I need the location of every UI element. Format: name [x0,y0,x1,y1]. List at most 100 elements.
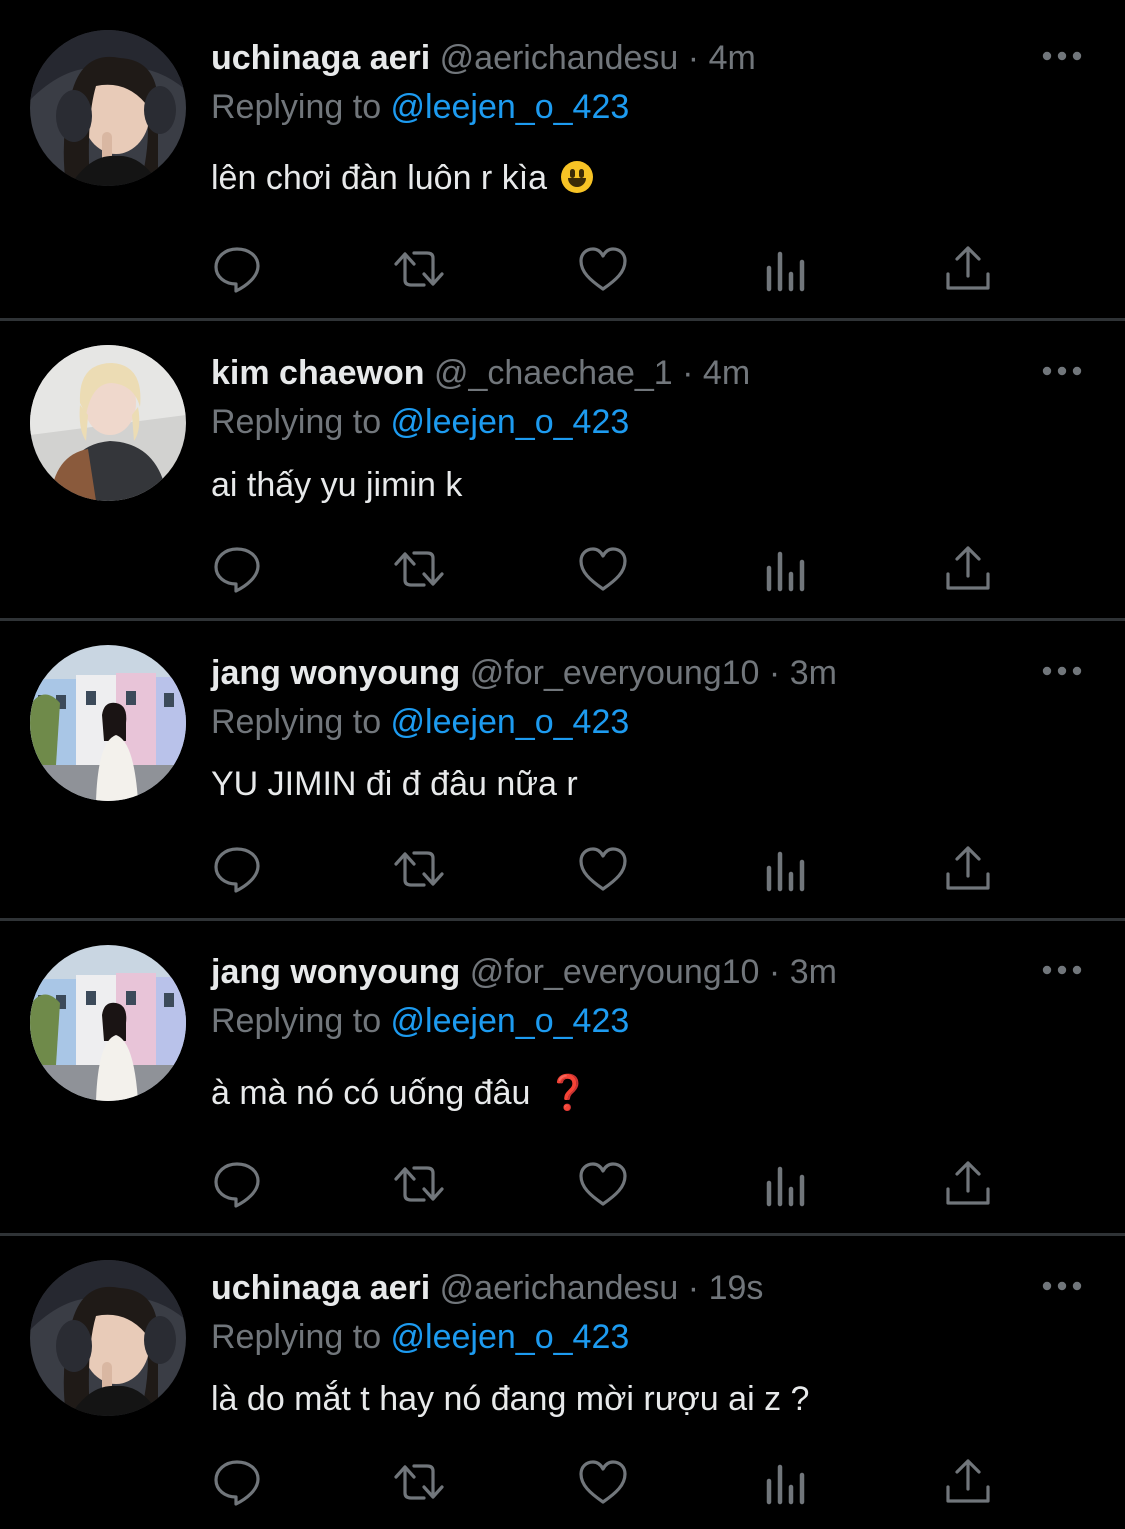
action-bar [0,244,1125,294]
action-bar [0,544,1125,594]
share-icon[interactable] [943,244,993,294]
avatar[interactable] [30,645,186,801]
handle[interactable]: @for_everyoung10 [470,654,760,692]
reply-icon[interactable] [212,544,262,594]
retweet-icon[interactable] [394,544,444,594]
action-bar [0,1159,1125,1209]
display-name[interactable]: uchinaga aeri [211,39,430,77]
more-icon[interactable] [1040,960,1084,980]
tweet-text: là do mắt t hay nó đang mời rượu ai z ? [211,1379,809,1419]
tweet-body: ai thấy yu jimin k [211,466,463,504]
replying-to-label: Replying to [211,1318,391,1356]
separator: · [768,654,781,692]
separator: · [768,953,781,991]
avatar[interactable] [30,1260,186,1416]
replying-to: Replying to @leejen_o_423 [211,1317,629,1357]
avatar-photo [30,645,186,801]
tweet-body: lên chơi đàn luôn r kìa [211,159,548,197]
tweet-header: jang wonyoung @for_everyoung10 · 3m [211,952,837,992]
retweet-icon[interactable] [394,1159,444,1209]
display-name[interactable]: kim chaewon [211,354,425,392]
timestamp[interactable]: 3m [790,953,837,991]
replying-to: Replying to @leejen_o_423 [211,702,629,742]
tweet[interactable]: kim chaewon @_chaechae_1 · 4m Replying t… [0,318,1125,621]
tweet[interactable]: uchinaga aeri @aerichandesu · 4m Replyin… [0,0,1125,321]
replying-to-label: Replying to [211,703,391,741]
tweet-text: YU JIMIN đi đ đâu nữa r [211,764,578,804]
timestamp[interactable]: 4m [709,39,756,77]
reply-icon[interactable] [212,844,262,894]
separator: · [687,1269,700,1307]
replying-to-label: Replying to [211,403,391,441]
reply-icon[interactable] [212,244,262,294]
views-icon[interactable] [761,844,811,894]
heart-icon[interactable] [578,244,628,294]
tweet-header: kim chaewon @_chaechae_1 · 4m [211,353,750,393]
replying-to: Replying to @leejen_o_423 [211,1001,629,1041]
tweet-header: uchinaga aeri @aerichandesu · 19s [211,1268,763,1308]
share-icon[interactable] [943,1159,993,1209]
handle[interactable]: @aerichandesu [440,39,679,77]
timestamp[interactable]: 3m [790,654,837,692]
tweet-text: ai thấy yu jimin k [211,465,462,505]
share-icon[interactable] [943,844,993,894]
tweet[interactable]: uchinaga aeri @aerichandesu · 19s Replyi… [0,1233,1125,1529]
action-bar [0,844,1125,894]
mention-link[interactable]: @leejen_o_423 [391,1002,630,1040]
timestamp[interactable]: 19s [709,1269,764,1307]
retweet-icon[interactable] [394,1457,444,1507]
retweet-icon[interactable] [394,844,444,894]
share-icon[interactable] [943,544,993,594]
mention-link[interactable]: @leejen_o_423 [391,703,630,741]
avatar-photo [30,1260,186,1416]
tweet-header: jang wonyoung @for_everyoung10 · 3m [211,653,837,693]
avatar-photo [30,945,186,1101]
views-icon[interactable] [761,244,811,294]
tweet-body: YU JIMIN đi đ đâu nữa r [211,765,578,803]
mention-link[interactable]: @leejen_o_423 [391,88,630,126]
timestamp[interactable]: 4m [703,354,750,392]
separator: · [682,354,694,392]
avatar-photo [30,345,186,501]
handle[interactable]: @for_everyoung10 [470,953,760,991]
replying-to: Replying to @leejen_o_423 [211,402,629,442]
views-icon[interactable] [761,1159,811,1209]
action-bar [0,1457,1125,1507]
display-name[interactable]: jang wonyoung [211,654,460,692]
views-icon[interactable] [761,544,811,594]
tweet-body: là do mắt t hay nó đang mời rượu ai z ? [211,1380,810,1418]
more-icon[interactable] [1040,46,1084,66]
mention-link[interactable]: @leejen_o_423 [391,1318,630,1356]
handle[interactable]: @aerichandesu [440,1269,679,1307]
reply-icon[interactable] [212,1159,262,1209]
handle[interactable]: @_chaechae_1 [434,354,673,392]
avatar-photo [30,30,186,186]
heart-icon[interactable] [578,844,628,894]
heart-icon[interactable] [578,1457,628,1507]
separator: · [687,39,700,77]
avatar[interactable] [30,345,186,501]
grinning-face-icon [560,161,593,193]
mention-link[interactable]: @leejen_o_423 [391,403,630,441]
avatar[interactable] [30,945,186,1101]
reply-icon[interactable] [212,1457,262,1507]
more-icon[interactable] [1040,361,1084,381]
share-icon[interactable] [943,1457,993,1507]
heart-icon[interactable] [578,544,628,594]
views-icon[interactable] [761,1457,811,1507]
replying-to-label: Replying to [211,1002,391,1040]
more-icon[interactable] [1040,1276,1084,1296]
question-mark-icon: ❓ [546,1074,589,1112]
more-icon[interactable] [1040,661,1084,681]
tweet[interactable]: jang wonyoung @for_everyoung10 · 3m Repl… [0,618,1125,921]
tweet[interactable]: jang wonyoung @for_everyoung10 · 3m Repl… [0,918,1125,1236]
tweet-body: à mà nó có uống đâu [211,1074,531,1112]
tweet-text: lên chơi đàn luôn r kìa [211,158,593,198]
avatar[interactable] [30,30,186,186]
replying-to-label: Replying to [211,88,391,126]
tweet-text: à mà nó có uống đâu ❓ [211,1073,589,1113]
display-name[interactable]: jang wonyoung [211,953,460,991]
display-name[interactable]: uchinaga aeri [211,1269,430,1307]
retweet-icon[interactable] [394,244,444,294]
heart-icon[interactable] [578,1159,628,1209]
